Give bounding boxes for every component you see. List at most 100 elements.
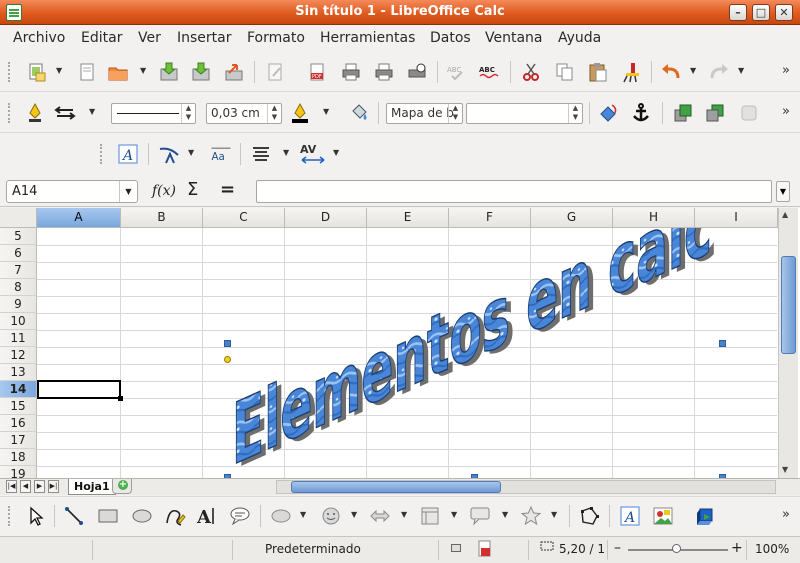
selection-handle[interactable] — [719, 340, 726, 347]
arrow-style-icon[interactable] — [54, 102, 76, 124]
print-preview-icon[interactable] — [406, 61, 428, 83]
save-icon[interactable] — [158, 61, 180, 83]
zoom-slider-knob[interactable] — [672, 544, 681, 553]
ellipse-tool-icon[interactable] — [131, 505, 153, 527]
row-header[interactable]: 8 — [0, 279, 37, 296]
vertical-scrollbar[interactable]: ▲ ▼ — [778, 208, 798, 478]
send-to-back-icon[interactable] — [704, 102, 726, 124]
chevron-down-icon[interactable]: ▼ — [738, 66, 746, 75]
fontwork-gallery-icon[interactable]: A — [619, 505, 641, 527]
symbol-shapes-icon[interactable] — [320, 505, 342, 527]
copy-icon[interactable] — [554, 61, 576, 83]
basic-shapes-icon[interactable] — [270, 505, 292, 527]
freeform-line-icon[interactable] — [164, 505, 186, 527]
toolbar-grip[interactable] — [8, 62, 12, 82]
line-style-select[interactable]: ▲ ▼ — [111, 103, 196, 124]
send-email-icon[interactable] — [223, 61, 245, 83]
name-box[interactable]: A14 ▼ — [6, 180, 138, 203]
undo-icon[interactable] — [660, 61, 682, 83]
chevron-down-icon[interactable]: ▼ — [551, 510, 559, 519]
menu-herramientas[interactable]: Herramientas — [320, 30, 415, 46]
flowchart-icon[interactable] — [419, 505, 441, 527]
row-header[interactable]: 17 — [0, 432, 37, 449]
edit-file-icon[interactable] — [264, 61, 286, 83]
row-header[interactable]: 7 — [0, 262, 37, 279]
points-icon[interactable] — [578, 505, 600, 527]
close-button[interactable]: ✕ — [775, 4, 793, 21]
fontwork-gallery-icon[interactable]: A — [117, 143, 139, 165]
chevron-down-icon[interactable]: ▼ — [333, 148, 341, 157]
column-header-b[interactable]: B — [121, 208, 203, 228]
sum-icon[interactable]: Σ — [187, 179, 198, 200]
redo-icon[interactable] — [708, 61, 730, 83]
row-header[interactable]: 6 — [0, 245, 37, 262]
formula-input[interactable] — [256, 180, 772, 203]
fontwork-shape-icon[interactable] — [158, 143, 180, 165]
column-header-a[interactable]: A — [37, 208, 121, 228]
spreadsheet-grid[interactable]: A B C D E F G H I 5 6 7 8 9 10 11 12 13 … — [0, 208, 800, 478]
rectangle-tool-icon[interactable] — [97, 505, 119, 527]
fontwork-alignment-icon[interactable] — [250, 143, 272, 165]
vertical-scroll-thumb[interactable] — [781, 256, 796, 354]
line-color-icon[interactable] — [289, 102, 311, 124]
menu-insertar[interactable]: Insertar — [177, 30, 232, 46]
autospell-icon[interactable]: ABC — [478, 61, 500, 83]
toolbar-grip[interactable] — [100, 144, 104, 164]
chevron-down-icon[interactable]: ▼ — [300, 510, 308, 519]
maximize-button[interactable]: □ — [752, 4, 770, 21]
row-header[interactable]: 12 — [0, 347, 37, 364]
menu-formato[interactable]: Formato — [247, 30, 305, 46]
column-header-i[interactable]: I — [695, 208, 778, 228]
horizontal-scrollbar[interactable] — [276, 480, 776, 494]
row-header[interactable]: 11 — [0, 330, 37, 347]
templates-icon[interactable] — [76, 61, 98, 83]
menu-editar[interactable]: Editar — [81, 30, 122, 46]
stars-icon[interactable] — [520, 505, 542, 527]
line-tool-icon[interactable] — [63, 505, 85, 527]
column-header-d[interactable]: D — [285, 208, 367, 228]
rotate-icon[interactable] — [597, 102, 619, 124]
new-document-icon[interactable] — [26, 61, 48, 83]
first-sheet-icon[interactable]: |◀ — [6, 480, 17, 493]
expand-formula-icon[interactable]: ▼ — [776, 181, 790, 202]
menu-ayuda[interactable]: Ayuda — [558, 30, 601, 46]
horizontal-scroll-thumb[interactable] — [291, 481, 501, 493]
spellcheck-icon[interactable]: ABC — [446, 61, 468, 83]
toolbar-grip[interactable] — [8, 103, 12, 123]
group-icon[interactable] — [738, 102, 760, 124]
menu-archivo[interactable]: Archivo — [13, 30, 65, 46]
text-tool-icon[interactable]: A — [196, 505, 218, 527]
column-header-h[interactable]: H — [613, 208, 695, 228]
chevron-down-icon[interactable]: ▼ — [188, 148, 196, 157]
row-header[interactable]: 16 — [0, 415, 37, 432]
area-fill-icon[interactable] — [348, 102, 370, 124]
chevron-down-icon[interactable]: ▼ — [140, 66, 148, 75]
cut-icon[interactable] — [520, 61, 542, 83]
block-arrows-icon[interactable] — [369, 505, 391, 527]
area-fill-select[interactable]: ▲ ▼ — [466, 103, 583, 124]
sheet-tab-hoja1[interactable]: Hoja1 — [68, 479, 116, 495]
minimize-button[interactable]: – — [729, 4, 747, 21]
page-style[interactable]: Predeterminado — [265, 542, 361, 556]
chevron-down-icon[interactable]: ▼ — [351, 510, 359, 519]
insert-mode-icon[interactable] — [451, 544, 461, 552]
row-header[interactable]: 19 — [0, 466, 37, 478]
area-style-select[interactable]: Mapa de b ▲ ▼ — [386, 103, 463, 124]
chevron-down-icon[interactable]: ▼ — [401, 510, 409, 519]
row-header[interactable]: 13 — [0, 364, 37, 381]
column-header-c[interactable]: C — [203, 208, 285, 228]
row-header[interactable]: 10 — [0, 313, 37, 330]
scroll-down-icon[interactable]: ▼ — [782, 465, 788, 474]
zoom-level[interactable]: 100% — [755, 542, 789, 556]
toolbar-grip[interactable] — [8, 506, 12, 526]
insert-image-icon[interactable] — [652, 505, 674, 527]
scroll-up-icon[interactable]: ▲ — [782, 210, 788, 219]
fontwork-same-height-icon[interactable]: Aa — [206, 143, 236, 165]
chevron-down-icon[interactable]: ▼ — [323, 107, 331, 116]
fontwork-spacing-icon[interactable]: AV — [299, 141, 327, 167]
line-width-input[interactable]: 0,03 cm ▲ ▼ — [206, 103, 282, 124]
extrusion-icon[interactable] — [694, 505, 716, 527]
column-header-f[interactable]: F — [449, 208, 531, 228]
print-icon[interactable] — [340, 61, 362, 83]
zoom-out-button[interactable]: – — [614, 540, 621, 556]
